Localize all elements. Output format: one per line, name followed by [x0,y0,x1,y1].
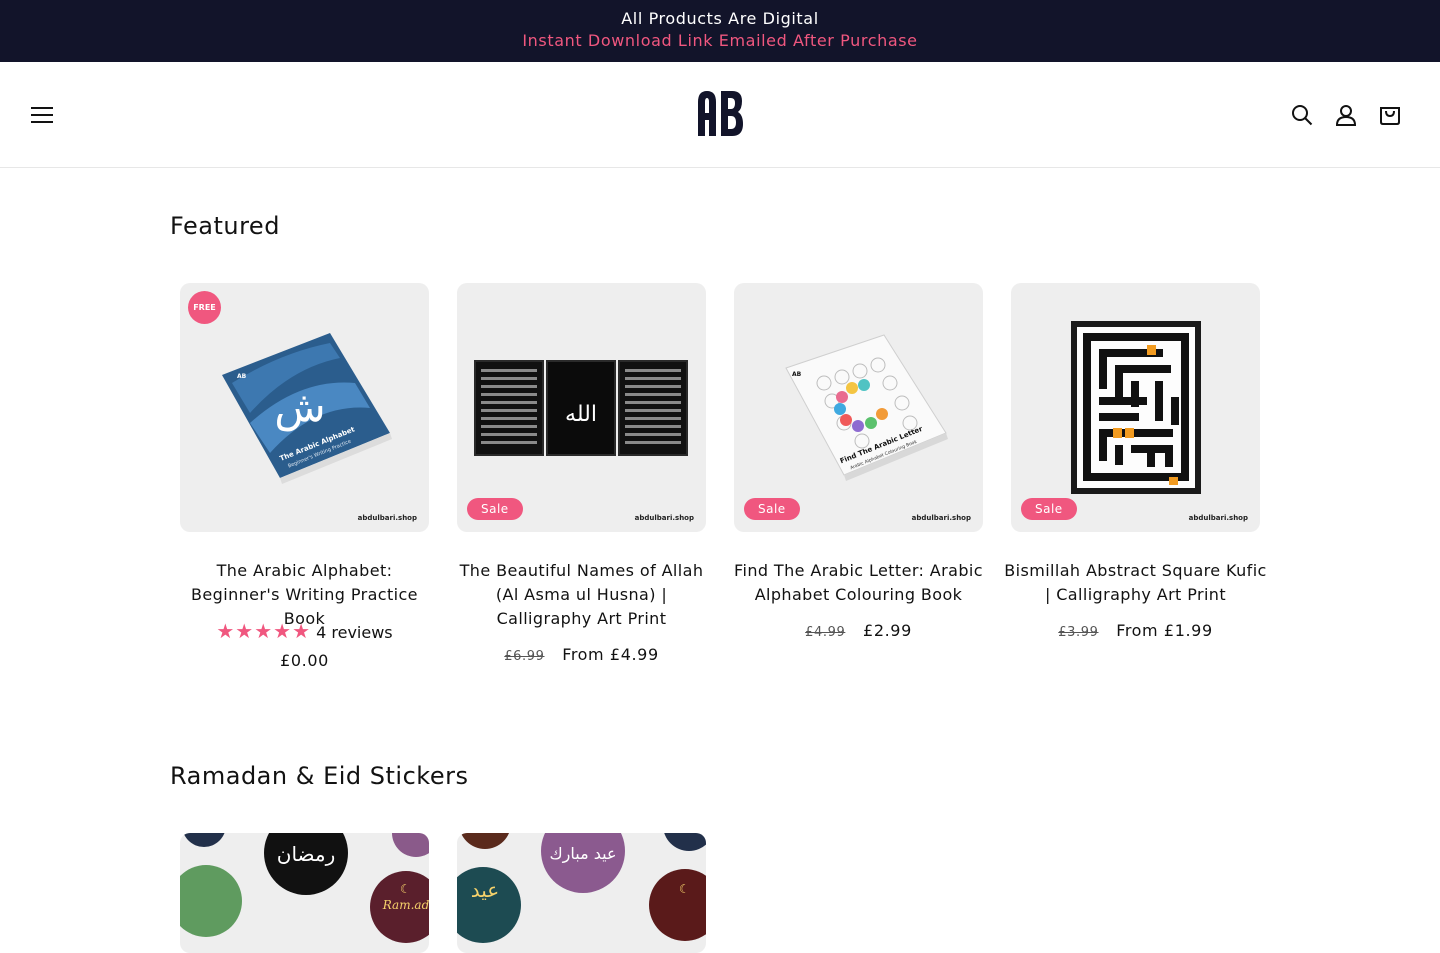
product-card[interactable]: Find The Arabic Letter Arabic Alphabet C… [734,283,983,640]
rating-stars: ★★★★★ [216,619,312,643]
ramadan-stickers-art: رمضان Ram.ad ☾ [180,833,429,943]
product-card[interactable]: Sale abdulbari.shop Bismillah Abstract S… [1004,283,1266,640]
menu-icon [31,107,53,123]
product-card[interactable]: الله Sale abdulbari.shop The Beautiful N… [457,283,706,664]
watermark: abdulbari.shop [357,514,417,522]
product-rating: ★★★★★ 4 reviews [170,619,439,643]
svg-text:☾: ☾ [679,882,690,896]
watermark: abdulbari.shop [1188,514,1248,522]
stickers-section-title: Ramadan & Eid Stickers [170,762,469,790]
compare-price: £3.99 [1058,625,1099,640]
alphabet-book-cover: ش The Arabic Alphabet Beginner's Writing… [222,333,392,484]
product-price: £4.99 £2.99 [724,621,993,640]
watermark: abdulbari.shop [634,514,694,522]
product-image[interactable]: Sale abdulbari.shop [1011,283,1260,532]
price: From £4.99 [562,645,659,664]
price: £2.99 [863,621,912,640]
menu-button[interactable] [25,98,59,132]
svg-text:☾: ☾ [400,882,411,896]
product-price: £3.99 From £1.99 [1001,621,1270,640]
svg-text:الله: الله [565,402,597,427]
watermark: abdulbari.shop [911,514,971,522]
svg-text:AB: AB [792,371,802,378]
product-title[interactable]: Bismillah Abstract Square Kufic | Callig… [1001,559,1270,607]
sticker-product-image[interactable]: رمضان Ram.ad ☾ [180,833,429,953]
compare-price: £4.99 [805,625,846,640]
svg-text:عيد: عيد [471,878,499,902]
product-card[interactable]: ش The Arabic Alphabet Beginner's Writing… [180,283,429,670]
svg-text:AB: AB [237,373,247,380]
site-logo[interactable] [694,88,746,140]
logo-mark [698,91,743,136]
search-button[interactable] [1285,98,1319,132]
cart-icon [1380,107,1400,125]
site-header [0,62,1440,168]
find-letter-book-cover: Find The Arabic Letter Arabic Alphabet C… [785,334,948,481]
product-image[interactable]: ش The Arabic Alphabet Beginner's Writing… [180,283,429,532]
asma-ul-husna-triptych: الله [474,360,688,456]
sale-badge: Sale [1021,498,1077,520]
product-title[interactable]: The Beautiful Names of Allah (Al Asma ul… [447,559,716,631]
review-count: 4 reviews [316,623,393,642]
product-image[interactable]: الله Sale abdulbari.shop [457,283,706,532]
announcement-bar: All Products Are Digital Instant Downloa… [0,0,1440,62]
announcement-line-1: All Products Are Digital [621,9,819,28]
sale-badge: Sale [467,498,523,520]
sticker-product-image[interactable]: عيد عيد مبارك ☾ [457,833,706,953]
svg-text:ش: ش [274,382,325,431]
account-button[interactable] [1329,98,1363,132]
announcement-line-2: Instant Download Link Emailed After Purc… [522,31,918,50]
price: From £1.99 [1116,621,1213,640]
product-title[interactable]: Find The Arabic Letter: Arabic Alphabet … [724,559,993,607]
free-badge: FREE [188,291,221,324]
svg-text:رمضان: رمضان [277,842,336,866]
account-icon [1335,105,1357,126]
cart-button[interactable] [1373,98,1407,132]
price: £0.00 [280,651,329,670]
product-price: £0.00 [170,651,439,670]
eid-stickers-art: عيد عيد مبارك ☾ [457,833,706,943]
product-image[interactable]: Find The Arabic Letter Arabic Alphabet C… [734,283,983,532]
compare-price: £6.99 [504,649,545,664]
svg-text:Ram.ad: Ram.ad [382,898,429,912]
svg-text:عيد مبارك: عيد مبارك [549,844,616,864]
search-icon [1292,105,1313,126]
featured-section-title: Featured [170,212,280,240]
product-price: £6.99 From £4.99 [447,645,716,664]
square-kufic-art [1071,321,1201,494]
sale-badge: Sale [744,498,800,520]
